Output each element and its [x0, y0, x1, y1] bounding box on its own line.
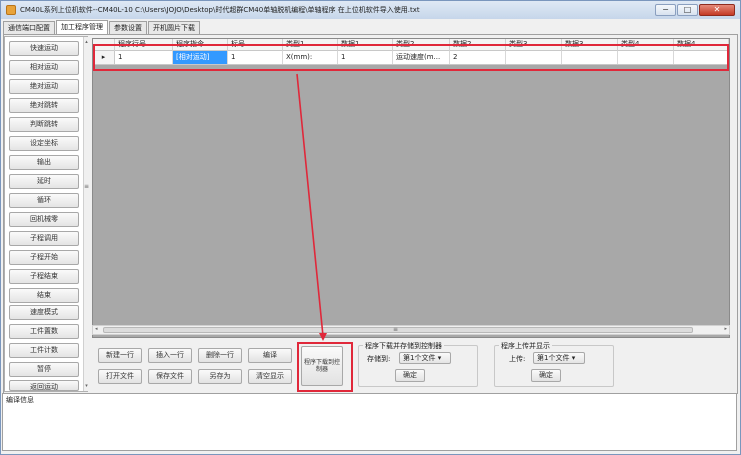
- new-row-button[interactable]: 新建一行: [98, 348, 142, 363]
- chevron-down-icon: ▾: [437, 354, 442, 362]
- sidebar-item-delay[interactable]: 延时: [9, 174, 79, 189]
- store-to-label: 存储到:: [367, 355, 391, 363]
- title-bar[interactable]: CM40L系列上位机软件--CM40L-10 C:\Users\JOJO\Des…: [1, 1, 740, 19]
- sidebar-item-end[interactable]: 结束: [9, 288, 79, 303]
- table-cell[interactable]: 1: [115, 51, 173, 64]
- maximize-button[interactable]: □: [677, 4, 698, 16]
- table-cell[interactable]: [562, 51, 618, 64]
- tab-program-manage[interactable]: 加工程序管理: [56, 20, 108, 34]
- column-header[interactable]: 程序行号: [115, 39, 173, 51]
- table-cell[interactable]: [674, 51, 729, 64]
- window-title: CM40L系列上位机软件--CM40L-10 C:\Users\JOJO\Des…: [20, 6, 420, 14]
- sidebar-item-set-coordinate[interactable]: 设定坐标: [9, 136, 79, 151]
- table-cell-selected[interactable]: [相对运动]: [173, 51, 228, 64]
- table-cell[interactable]: 1: [338, 51, 393, 64]
- column-header[interactable]: 标号: [228, 39, 283, 51]
- download-confirm-button[interactable]: 确定: [395, 369, 425, 382]
- grid-header: 程序行号 程序指令 标号 类型1 数据1 类型2 数据2 类型3 数据3 类型4…: [93, 39, 729, 51]
- instruction-sidebar: 快速运动 相对运动 绝对运动 绝对跳转 判断跳转 设定坐标 输出 延时 循环 回…: [4, 36, 89, 392]
- sidebar-item-conditional-jump[interactable]: 判断跳转: [9, 117, 79, 132]
- sidebar-item-output[interactable]: 输出: [9, 155, 79, 170]
- sidebar-item-loop[interactable]: 循环: [9, 193, 79, 208]
- upload-file-value: 第1个文件: [537, 354, 570, 362]
- app-icon: [6, 5, 16, 15]
- sidebar-item-sub-call[interactable]: 子程调用: [9, 231, 79, 246]
- sidebar-item-part-preset[interactable]: 工件置数: [9, 324, 79, 339]
- column-header[interactable]: 数据1: [338, 39, 393, 51]
- minimize-button[interactable]: −: [655, 4, 676, 16]
- open-file-button[interactable]: 打开文件: [98, 369, 142, 384]
- column-header[interactable]: 类型1: [283, 39, 338, 51]
- column-header[interactable]: 数据4: [674, 39, 729, 51]
- compile-button[interactable]: 编译: [248, 348, 292, 363]
- tab-params[interactable]: 参数设置: [109, 21, 147, 34]
- scroll-down-icon[interactable]: ▾: [84, 383, 89, 389]
- download-to-controller-button[interactable]: 程序下载到控制器: [301, 346, 343, 386]
- store-file-select[interactable]: 第1个文件 ▾: [399, 352, 451, 364]
- scroll-up-icon[interactable]: ▴: [84, 39, 89, 45]
- table-cell[interactable]: 运动速度(m...: [393, 51, 450, 64]
- sidebar-scrollbar[interactable]: ▴ ≡ ▾: [83, 37, 89, 391]
- scroll-grip-icon[interactable]: ≡: [84, 183, 89, 190]
- table-cell[interactable]: [506, 51, 562, 64]
- column-header[interactable]: 类型4: [618, 39, 674, 51]
- close-button[interactable]: ✕: [699, 4, 735, 16]
- clear-display-button[interactable]: 清空显示: [248, 369, 292, 384]
- upload-file-select[interactable]: 第1个文件 ▾: [533, 352, 585, 364]
- scroll-left-icon[interactable]: ◂: [95, 326, 98, 332]
- column-header[interactable]: 程序指令: [173, 39, 228, 51]
- table-cell[interactable]: 2: [450, 51, 506, 64]
- upload-label: 上传:: [509, 355, 526, 363]
- table-cell[interactable]: [618, 51, 674, 64]
- sidebar-item-sub-end[interactable]: 子程结束: [9, 269, 79, 284]
- compile-log[interactable]: 编译信息: [2, 393, 737, 451]
- grid-hscrollbar[interactable]: ◂ ≡ ▸: [92, 325, 730, 335]
- table-cell[interactable]: 1: [228, 51, 283, 64]
- sidebar-item-home[interactable]: 回机械零: [9, 212, 79, 227]
- main-tabs: 通信端口配置 加工程序管理 参数设置 开机圆片下载: [3, 20, 201, 34]
- program-grid[interactable]: 程序行号 程序指令 标号 类型1 数据1 类型2 数据2 类型3 数据3 类型4…: [92, 38, 730, 338]
- scroll-right-icon[interactable]: ▸: [724, 326, 727, 332]
- insert-row-button[interactable]: 插入一行: [148, 348, 192, 363]
- download-group-title: 程序下载并存储到控制器: [363, 341, 444, 351]
- delete-row-button[interactable]: 删除一行: [198, 348, 242, 363]
- scroll-grip-icon[interactable]: ≡: [393, 326, 398, 333]
- save-as-button[interactable]: 另存为: [198, 369, 242, 384]
- sidebar-item-fast-move[interactable]: 快速运动: [9, 41, 79, 56]
- store-file-value: 第1个文件: [403, 354, 436, 362]
- tab-boot-download[interactable]: 开机圆片下载: [148, 21, 200, 34]
- upload-display-group: 程序上传并显示 上传: 第1个文件 ▾ 确定: [494, 341, 614, 387]
- sidebar-item-part-count[interactable]: 工件计数: [9, 343, 79, 358]
- sidebar-item-absolute-move[interactable]: 绝对运动: [9, 79, 79, 94]
- upload-group-title: 程序上传并显示: [499, 341, 552, 351]
- sidebar-item-relative-move[interactable]: 相对运动: [9, 60, 79, 75]
- sidebar-item-pause[interactable]: 暂停: [9, 362, 79, 377]
- action-panel: 新建一行 插入一行 删除一行 编译 打开文件 保存文件 另存为 清空显示 程序下…: [92, 338, 730, 390]
- column-header[interactable]: 类型3: [506, 39, 562, 51]
- download-store-group: 程序下载并存储到控制器 存储到: 第1个文件 ▾ 确定: [358, 341, 478, 387]
- sidebar-item-absolute-jump[interactable]: 绝对跳转: [9, 98, 79, 113]
- chevron-down-icon: ▾: [571, 354, 576, 362]
- sidebar-item-speed-mode[interactable]: 速度模式: [9, 305, 79, 320]
- tab-comm-port[interactable]: 通信端口配置: [3, 21, 55, 34]
- save-file-button[interactable]: 保存文件: [148, 369, 192, 384]
- grid-corner: [93, 39, 115, 51]
- upload-confirm-button[interactable]: 确定: [531, 369, 561, 382]
- column-header[interactable]: 数据3: [562, 39, 618, 51]
- column-header[interactable]: 数据2: [450, 39, 506, 51]
- sidebar-item-return-move[interactable]: 返回运动: [9, 380, 79, 391]
- table-cell[interactable]: X(mm):: [283, 51, 338, 64]
- column-header[interactable]: 类型2: [393, 39, 450, 51]
- table-row[interactable]: ▸ 1 [相对运动] 1 X(mm): 1 运动速度(m... 2: [93, 51, 729, 65]
- row-indicator-icon[interactable]: ▸: [93, 51, 115, 64]
- sidebar-item-sub-start[interactable]: 子程开始: [9, 250, 79, 265]
- compile-log-title: 编译信息: [6, 396, 34, 404]
